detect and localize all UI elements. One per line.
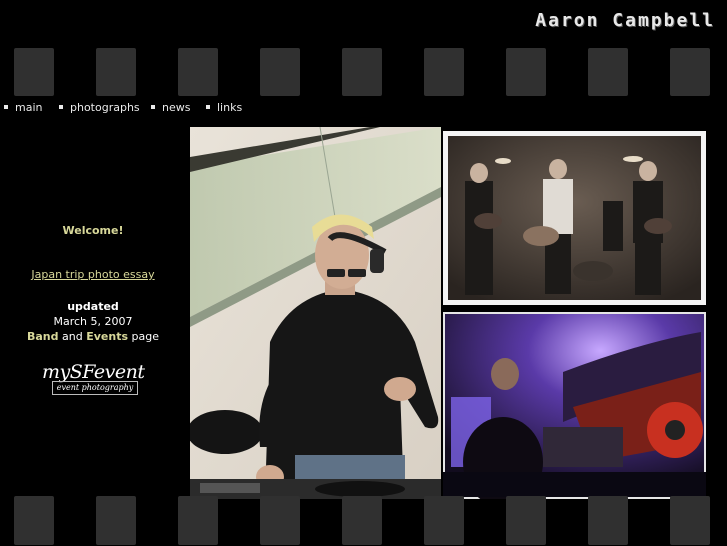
bullet-icon [151, 105, 155, 109]
nav-label: photographs [70, 101, 140, 114]
logo-sub-text: event photography [52, 381, 138, 395]
film-hole [424, 48, 464, 96]
film-hole [670, 48, 710, 96]
film-hole [96, 48, 136, 96]
club-photo [443, 312, 706, 499]
film-hole [178, 48, 218, 96]
film-hole [178, 496, 218, 545]
nav-photographs[interactable]: photographs [59, 101, 140, 114]
film-hole [96, 496, 136, 545]
site-title: Aaron Campbell [535, 10, 715, 31]
nav-label: links [217, 101, 243, 114]
film-hole [260, 496, 300, 545]
nav-links[interactable]: links [206, 101, 242, 114]
nav-main[interactable]: main [4, 101, 42, 114]
film-hole [670, 496, 710, 545]
bullet-icon [59, 105, 63, 109]
band-link[interactable]: Band [27, 330, 59, 343]
nav-label: main [15, 101, 43, 114]
film-hole [260, 48, 300, 96]
site-header: Aaron Campbell [0, 0, 727, 44]
and-text: and [62, 330, 83, 343]
events-link[interactable]: Events [86, 330, 128, 343]
film-hole [588, 48, 628, 96]
updated-date: March 5, 2007 [53, 315, 133, 328]
film-hole [424, 496, 464, 545]
film-hole [506, 496, 546, 545]
main-nav: main photographs news links [0, 101, 727, 115]
page-text: page [131, 330, 159, 343]
dj-photo-art [190, 127, 441, 499]
film-strip-top [0, 48, 727, 98]
film-strip-bottom [0, 496, 727, 546]
nav-label: news [162, 101, 191, 114]
film-hole [506, 48, 546, 96]
band-events-line: Band and Events page [0, 330, 186, 343]
film-hole [588, 496, 628, 545]
logo-main-text: mySFevent [42, 361, 145, 383]
film-hole [342, 496, 382, 545]
bullet-icon [206, 105, 210, 109]
updated-label: updated [67, 300, 119, 313]
japan-essay-link[interactable]: Japan trip photo essay [0, 268, 186, 281]
welcome-heading: Welcome! [62, 224, 124, 237]
bullet-icon [4, 105, 8, 109]
band-photo [443, 131, 706, 305]
film-hole [342, 48, 382, 96]
dj-photo [190, 127, 441, 499]
band-photo-art [443, 131, 706, 305]
club-photo-art [443, 312, 706, 499]
mysfevent-logo[interactable]: mySFevent event photography [40, 361, 150, 397]
film-hole [14, 496, 54, 545]
film-hole [14, 48, 54, 96]
nav-news[interactable]: news [151, 101, 190, 114]
